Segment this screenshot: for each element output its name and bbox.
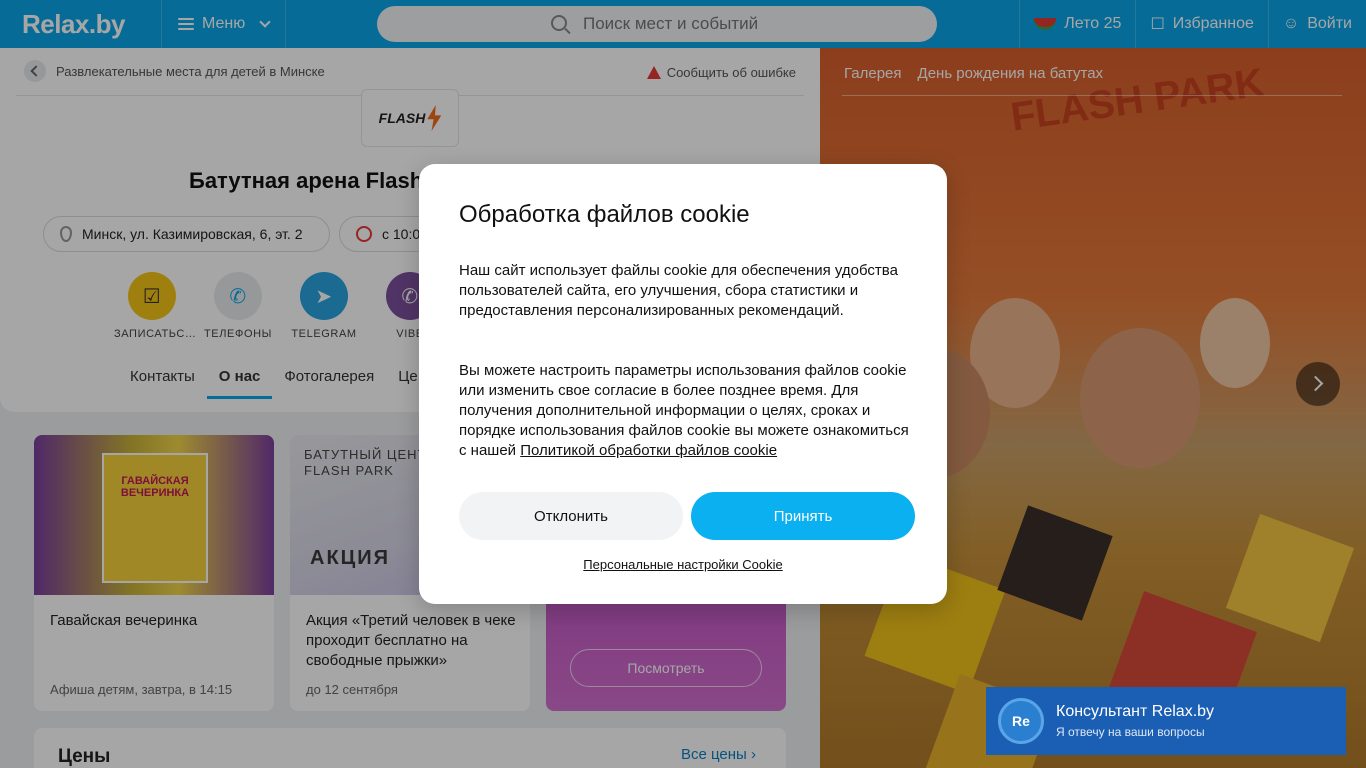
consultant-text: Консультант Relax.by Я отвечу на ваши во…: [1044, 703, 1214, 739]
accept-button[interactable]: Принять: [691, 492, 915, 540]
consultant-title: Консультант Relax.by: [1056, 703, 1215, 720]
cookie-text-2: Вы можете настроить параметры использова…: [459, 361, 909, 461]
cookie-modal: Обработка файлов cookie Наш сайт использ…: [419, 164, 947, 604]
cookie-settings-link[interactable]: Персональные настройки Cookie: [419, 557, 947, 572]
consultant-avatar: Re: [998, 698, 1044, 744]
cookie-text-1: Наш сайт использует файлы cookie для обе…: [459, 262, 898, 319]
decline-button[interactable]: Отклонить: [459, 492, 683, 540]
consultant-widget[interactable]: Re Консультант Relax.by Я отвечу на ваши…: [986, 687, 1346, 755]
cookie-modal-title: Обработка файлов cookie: [459, 201, 750, 228]
consultant-subtitle: Я отвечу на ваши вопросы: [1056, 725, 1205, 739]
cookie-policy-link[interactable]: Политикой обработки файлов cookie: [520, 442, 777, 459]
